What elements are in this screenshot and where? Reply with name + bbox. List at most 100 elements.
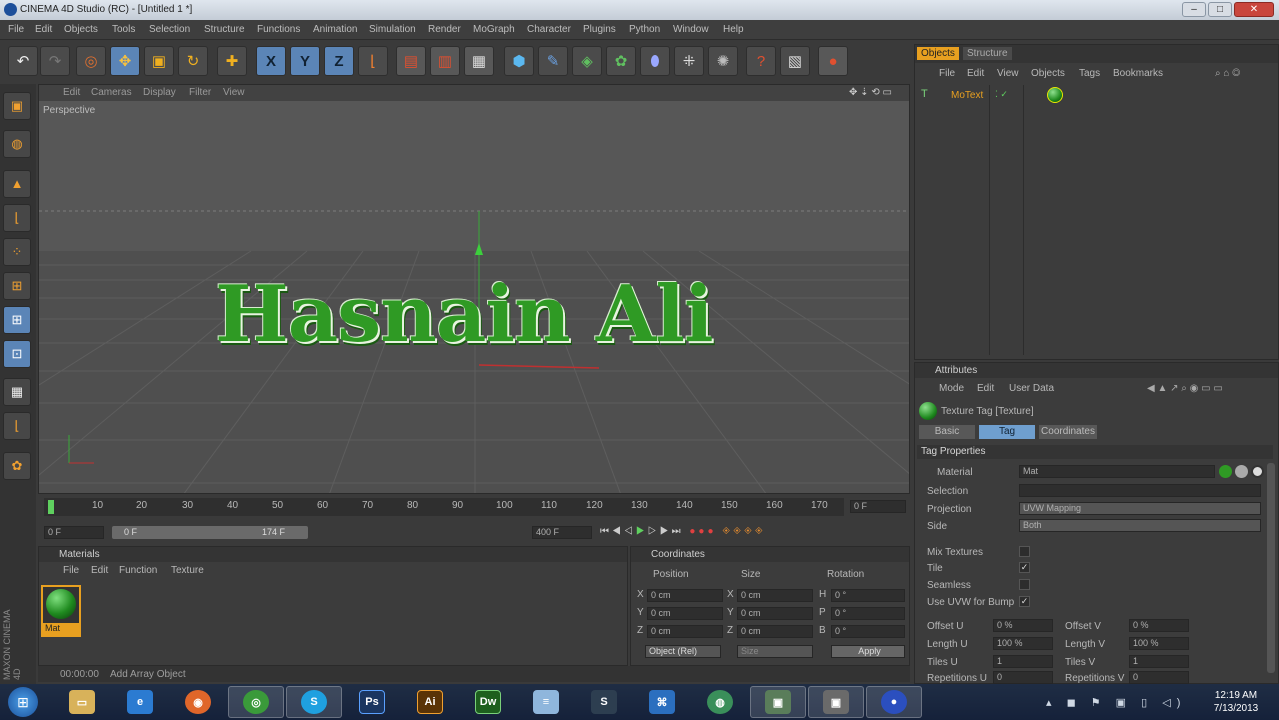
- live-select-icon[interactable]: ◎: [76, 46, 106, 76]
- checker-icon[interactable]: ▦: [3, 378, 31, 406]
- objects-menu-objects[interactable]: Objects: [1031, 68, 1065, 79]
- array-icon[interactable]: ✿: [606, 46, 636, 76]
- side-dropdown[interactable]: Both: [1019, 519, 1261, 532]
- offset-u-field[interactable]: 0 %: [993, 619, 1053, 632]
- attributes-scrollbar[interactable]: [1267, 463, 1275, 673]
- uvw-bump-checkbox[interactable]: ✓: [1019, 596, 1030, 607]
- viewport-menu-cameras[interactable]: Cameras: [91, 87, 132, 98]
- texture-mode-icon[interactable]: ◍: [3, 130, 31, 158]
- visibility-dots-icon[interactable]: ⁚ ✓: [995, 89, 1008, 100]
- taskbar-dreamweaver[interactable]: Dw: [460, 686, 516, 718]
- minimize-button[interactable]: –: [1182, 2, 1206, 17]
- tab-basic[interactable]: Basic: [919, 425, 975, 439]
- light-icon[interactable]: ✺: [708, 46, 738, 76]
- menu-help[interactable]: Help: [723, 24, 744, 35]
- deformer-icon[interactable]: ⬮: [640, 46, 670, 76]
- menu-render[interactable]: Render: [428, 24, 461, 35]
- rotation-p-field[interactable]: 0 °: [831, 607, 905, 620]
- end-frame-field[interactable]: 400 F: [532, 526, 592, 539]
- key-mode-icons[interactable]: ◈◈◈◈: [722, 526, 766, 537]
- prev-key-icon[interactable]: ◀: [612, 526, 624, 537]
- coordinate-system-icon[interactable]: ⌊: [358, 46, 388, 76]
- x-axis-toggle[interactable]: X: [256, 46, 286, 76]
- attributes-nav-icons[interactable]: ◀ ▲ ↗ ⌕ ◉ ▭ ▭: [1147, 383, 1223, 394]
- materials-menu-texture[interactable]: Texture: [171, 565, 204, 576]
- next-key-icon[interactable]: ▶: [660, 526, 672, 537]
- taskbar-chrome[interactable]: ◎: [228, 686, 284, 718]
- range-slider[interactable]: 0 F 174 F: [112, 526, 308, 539]
- layout-icon[interactable]: ▧: [780, 46, 810, 76]
- projection-dropdown[interactable]: UVW Mapping: [1019, 502, 1261, 515]
- taskbar-app-s[interactable]: S: [576, 686, 632, 718]
- objects-menu-bookmarks[interactable]: Bookmarks: [1113, 68, 1163, 79]
- subdivision-surface-icon[interactable]: ◈: [572, 46, 602, 76]
- length-u-field[interactable]: 100 %: [993, 637, 1053, 650]
- menu-window[interactable]: Window: [673, 24, 709, 35]
- timeline-ruler[interactable]: 10 20 30 40 50 60 70 80 90 100 110 120 1…: [44, 498, 844, 516]
- points-mode-icon[interactable]: ⁘: [3, 238, 31, 266]
- menu-objects[interactable]: Objects: [64, 24, 98, 35]
- material-browse-icon[interactable]: [1251, 465, 1264, 478]
- size-mode-dropdown[interactable]: Size: [737, 645, 813, 658]
- size-x-field[interactable]: 0 cm: [737, 589, 813, 602]
- objects-menu-edit[interactable]: Edit: [967, 68, 984, 79]
- tab-coordinates[interactable]: Coordinates: [1039, 425, 1097, 439]
- motext-3d-object[interactable]: Hasnain Ali: [215, 273, 714, 357]
- taskbar-notepad[interactable]: ≡: [518, 686, 574, 718]
- cube-icon[interactable]: ⬢: [504, 46, 534, 76]
- help-icon[interactable]: ?: [746, 46, 776, 76]
- goto-start-icon[interactable]: ⏮: [600, 526, 612, 537]
- mix-textures-checkbox[interactable]: [1019, 546, 1030, 557]
- menu-file[interactable]: File: [8, 24, 24, 35]
- uv-mode-icon[interactable]: ⊡: [3, 340, 31, 368]
- render-settings-icon[interactable]: ▦: [464, 46, 494, 76]
- material-swatch[interactable]: Mat: [41, 585, 81, 637]
- menu-simulation[interactable]: Simulation: [369, 24, 416, 35]
- taskbar-network[interactable]: ⌘: [634, 686, 690, 718]
- seamless-checkbox[interactable]: [1019, 579, 1030, 590]
- maximize-button[interactable]: □: [1208, 2, 1232, 17]
- taskbar-cinema4d-1[interactable]: ▣: [750, 686, 806, 718]
- viewport-menu-edit[interactable]: Edit: [63, 87, 80, 98]
- tile-checkbox[interactable]: ✓: [1019, 562, 1030, 573]
- taskbar-firefox[interactable]: ◉: [170, 686, 226, 718]
- attributes-menu-mode[interactable]: Mode: [939, 383, 964, 394]
- length-v-field[interactable]: 100 %: [1129, 637, 1189, 650]
- material-link-field[interactable]: Mat: [1019, 465, 1215, 478]
- taskbar-cinema4d-3[interactable]: ●: [866, 686, 922, 718]
- taskbar-illustrator[interactable]: Ai: [402, 686, 458, 718]
- position-y-field[interactable]: 0 cm: [647, 607, 723, 620]
- close-button[interactable]: ✕: [1234, 2, 1274, 17]
- tab-tag[interactable]: Tag: [979, 425, 1035, 439]
- objects-menu-view[interactable]: View: [997, 68, 1019, 79]
- scale-tool-icon[interactable]: ▣: [144, 46, 174, 76]
- record-key-icon[interactable]: ●●●: [689, 526, 716, 537]
- z-axis-toggle[interactable]: Z: [324, 46, 354, 76]
- polygons-mode-icon[interactable]: ⊞: [3, 306, 31, 334]
- coordinate-mode-dropdown[interactable]: Object (Rel): [645, 645, 721, 658]
- add-tool-icon[interactable]: ✚: [217, 46, 247, 76]
- record-icon[interactable]: ●: [818, 46, 848, 76]
- object-row-motext[interactable]: T MoText ⁚ ✓: [919, 87, 1275, 103]
- menu-edit[interactable]: Edit: [35, 24, 52, 35]
- apply-button[interactable]: Apply: [831, 645, 905, 658]
- taskbar-clock[interactable]: 12:19 AM 7/13/2013: [1206, 689, 1266, 715]
- axis-mode-icon[interactable]: ⌊: [3, 204, 31, 232]
- system-tray-icons[interactable]: ▴ ◼ ⚑ ▣ ▯ ◁): [1046, 696, 1186, 709]
- goto-end-icon[interactable]: ⏭: [672, 526, 684, 537]
- repetitions-u-field[interactable]: 0: [993, 671, 1053, 684]
- taskbar-explorer[interactable]: ▭: [54, 686, 110, 718]
- viewport-menu-view[interactable]: View: [223, 87, 245, 98]
- selection-field[interactable]: [1019, 484, 1261, 497]
- menu-structure[interactable]: Structure: [204, 24, 245, 35]
- objects-menu-tags[interactable]: Tags: [1079, 68, 1100, 79]
- menu-tools[interactable]: Tools: [112, 24, 135, 35]
- perspective-viewport[interactable]: Edit Cameras Display Filter View ✥ ⇣ ⟲ ▭…: [38, 84, 910, 494]
- rotate-tool-icon[interactable]: ↻: [178, 46, 208, 76]
- workplane-icon[interactable]: ▲: [3, 170, 31, 198]
- position-z-field[interactable]: 0 cm: [647, 625, 723, 638]
- tab-objects[interactable]: Objects: [917, 47, 959, 60]
- menu-functions[interactable]: Functions: [257, 24, 300, 35]
- playhead[interactable]: [48, 500, 54, 514]
- tiles-u-field[interactable]: 1: [993, 655, 1053, 668]
